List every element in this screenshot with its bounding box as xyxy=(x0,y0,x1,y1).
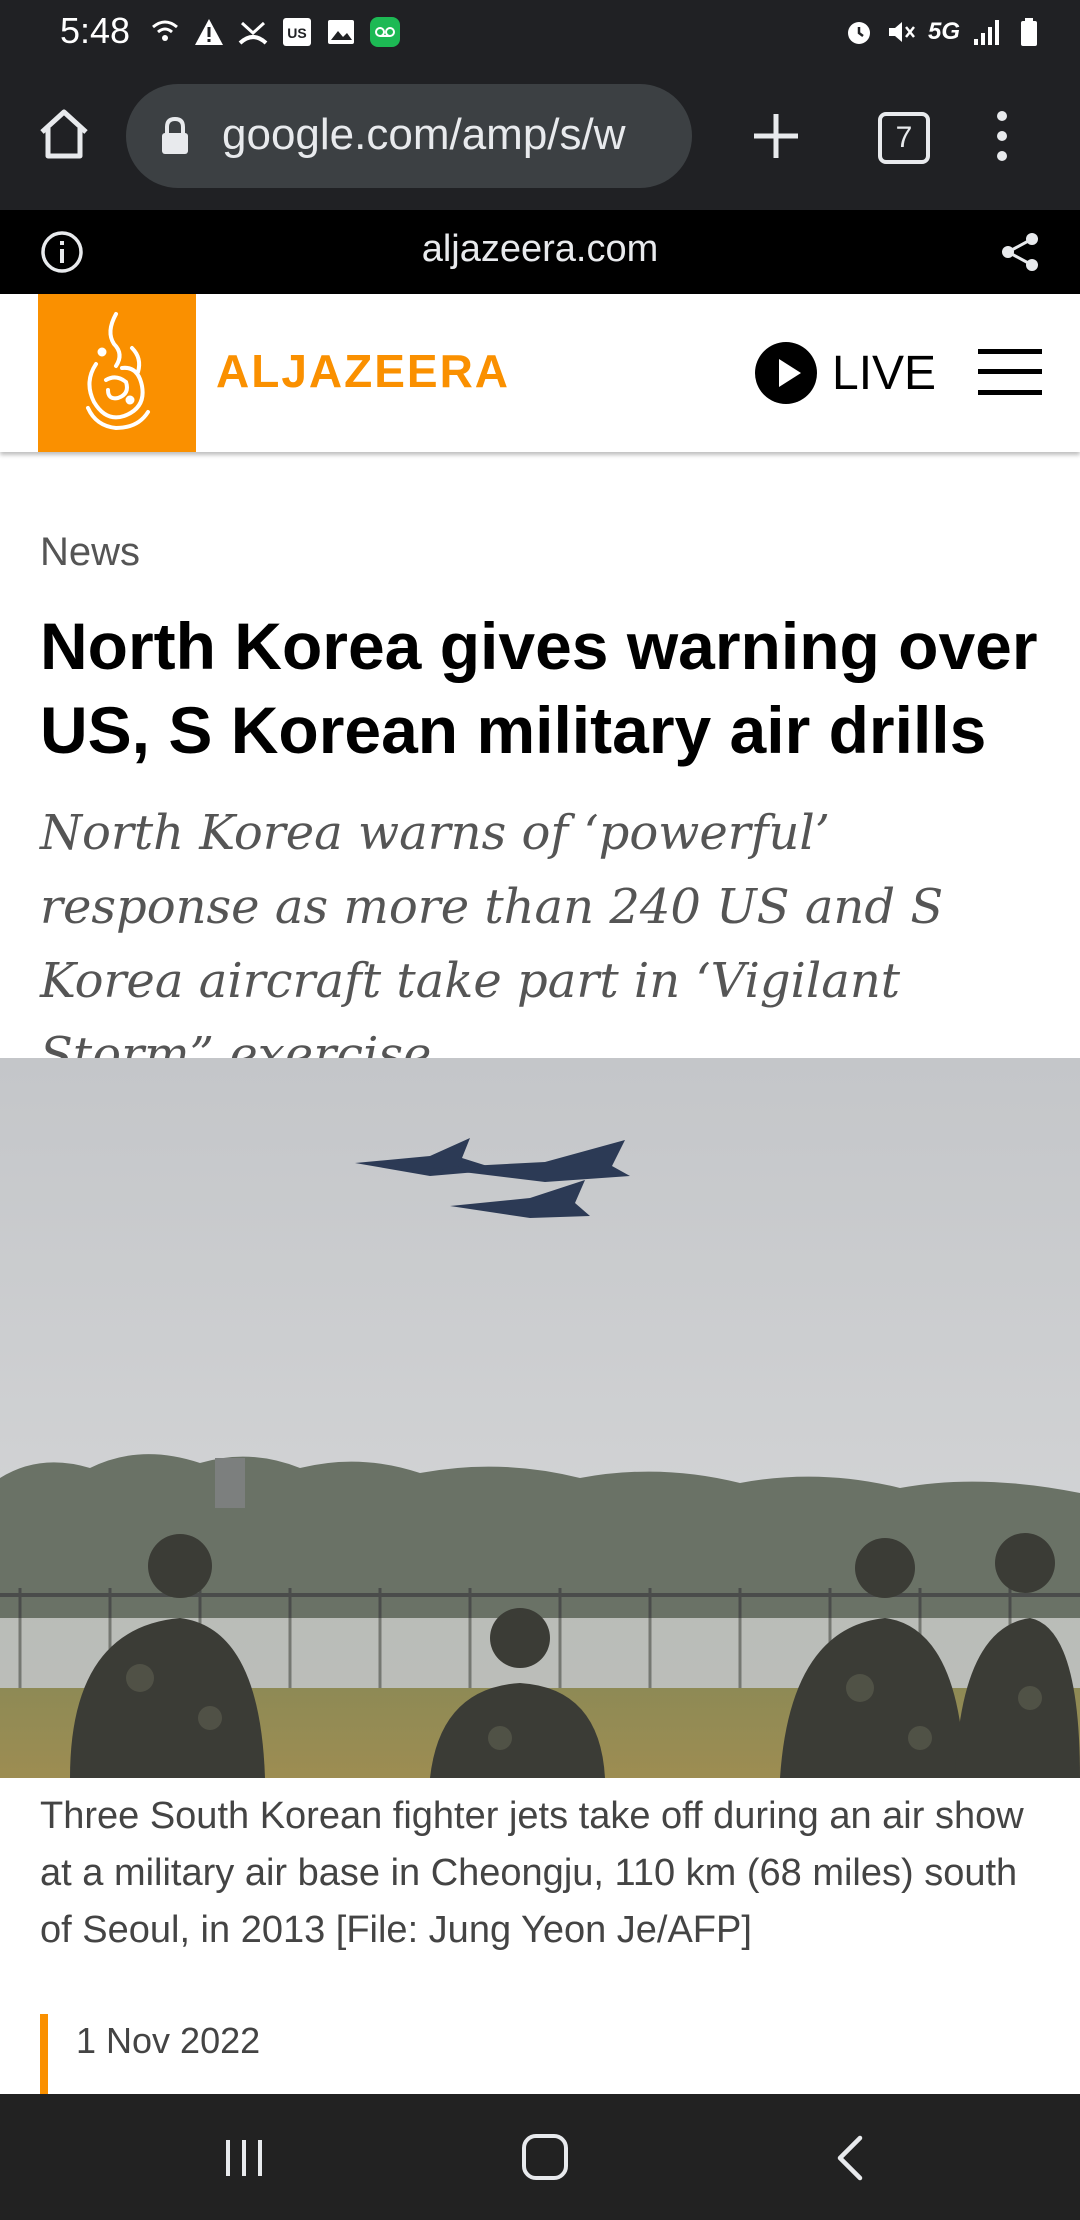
voicemail-icon xyxy=(370,17,400,47)
article-headline: North Korea gives warning over US, S Kor… xyxy=(40,609,1038,767)
status-time: 5:48 xyxy=(60,10,131,51)
browser-toolbar: google.com/amp/s/w 7 xyxy=(0,64,1080,210)
home-icon[interactable] xyxy=(34,104,94,164)
amp-domain[interactable]: aljazeera.com xyxy=(0,228,1080,271)
tab-switcher-button[interactable]: 7 xyxy=(878,112,930,164)
status-bar: 5:48 US 5G xyxy=(0,0,1080,64)
article-photo[interactable] xyxy=(0,1058,1080,1778)
article-date: 1 Nov 2022 xyxy=(40,2014,260,2094)
wifi-calling-icon xyxy=(152,20,178,41)
site-header: ALJAZEERA LIVE xyxy=(0,294,1080,452)
svg-text:US: US xyxy=(287,25,306,41)
system-icons: 5G xyxy=(844,14,1044,50)
url-text: google.com/amp/s/w xyxy=(222,110,626,159)
home-nav-icon[interactable] xyxy=(520,2132,570,2182)
amp-header-bar: aljazeera.com xyxy=(0,210,1080,294)
article-standfirst: North Korea warns of ‘powerful’ response… xyxy=(40,805,944,1083)
live-label: LIVE xyxy=(832,346,937,400)
network-type: 5G xyxy=(927,18,960,45)
more-options-icon[interactable] xyxy=(990,106,1014,166)
signal-icon xyxy=(974,20,999,45)
aljazeera-logo[interactable] xyxy=(38,294,196,452)
aljazeera-calligraphy-icon xyxy=(86,312,150,431)
notification-icons: US xyxy=(150,14,400,50)
recent-apps-icon[interactable] xyxy=(222,2138,266,2178)
brand-name: ALJAZEERA xyxy=(216,345,511,397)
lock-icon xyxy=(162,116,188,154)
mute-icon xyxy=(888,22,915,42)
photo-caption: Three South Korean fighter jets take off… xyxy=(40,1795,1024,1951)
warning-icon xyxy=(195,19,223,45)
address-bar[interactable]: google.com/amp/s/w xyxy=(126,84,692,188)
back-icon[interactable] xyxy=(830,2134,870,2182)
missed-call-icon xyxy=(238,21,268,45)
hamburger-menu-icon[interactable] xyxy=(978,346,1042,398)
fighter-jets-photo xyxy=(0,1058,1080,1778)
alarm-icon xyxy=(847,22,870,44)
battery-icon xyxy=(1021,18,1037,46)
gallery-icon xyxy=(328,20,354,44)
system-nav-bar xyxy=(0,2094,1080,2220)
live-button[interactable]: LIVE xyxy=(754,340,936,406)
share-icon[interactable] xyxy=(998,230,1042,274)
us-app-icon: US xyxy=(283,18,311,46)
new-tab-icon[interactable] xyxy=(744,104,808,168)
article-category[interactable]: News xyxy=(40,530,140,575)
play-icon xyxy=(755,342,817,404)
